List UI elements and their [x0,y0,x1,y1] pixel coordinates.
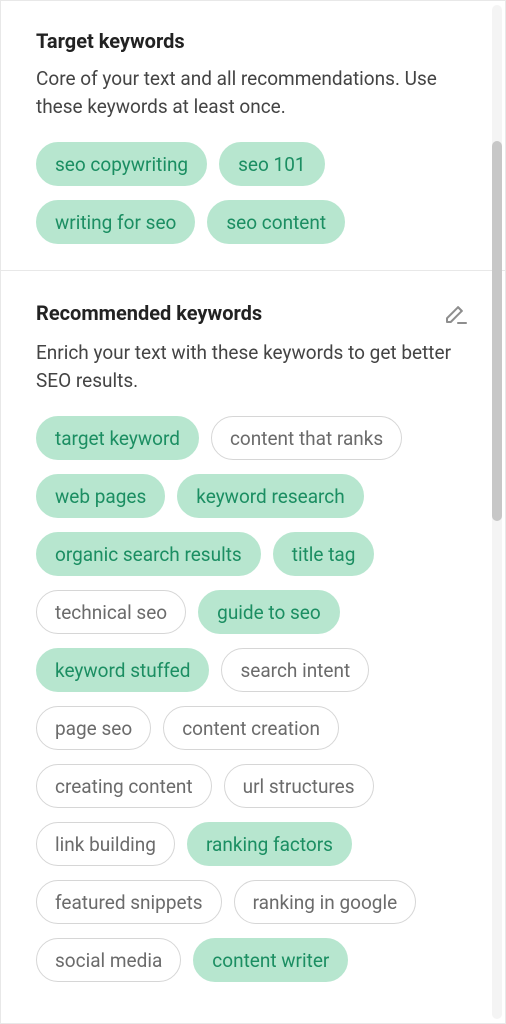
recommended-keyword-pill[interactable]: organic search results [36,532,261,576]
recommended-keyword-pill[interactable]: guide to seo [198,590,340,634]
recommended-keyword-pill[interactable]: web pages [36,474,165,518]
recommended-keyword-pill[interactable]: social media [36,938,181,982]
pencil-icon[interactable] [442,299,470,327]
recommended-keywords-section: Recommended keywords Enrich your text wi… [1,270,505,1008]
recommended-keyword-pill[interactable]: title tag [273,532,375,576]
recommended-header: Recommended keywords [36,299,470,327]
recommended-keyword-pill[interactable]: content writer [193,938,348,982]
recommended-keyword-pill[interactable]: url structures [224,764,374,808]
target-keyword-pill[interactable]: writing for seo [36,200,195,244]
recommended-keyword-pill[interactable]: ranking factors [187,822,352,866]
target-title: Target keywords [36,29,185,53]
target-keyword-list: seo copywriting seo 101 writing for seo seo… [36,142,470,244]
recommended-keyword-pill[interactable]: target keyword [36,416,199,460]
scrollbar-thumb[interactable] [492,141,502,521]
recommended-description: Enrich your text with these keywords to … [36,339,470,394]
recommended-keyword-pill[interactable]: ranking in google [234,880,417,924]
recommended-keyword-pill[interactable]: content that ranks [211,416,402,460]
target-keyword-pill[interactable]: seo content [207,200,345,244]
panel: Target keywords Core of your text and al… [0,0,506,1024]
recommended-keyword-pill[interactable]: keyword stuffed [36,648,209,692]
recommended-keyword-pill[interactable]: keyword research [177,474,363,518]
target-header: Target keywords [36,29,470,53]
recommended-keyword-pill[interactable]: technical seo [36,590,186,634]
recommended-keyword-pill[interactable]: content creation [163,706,339,750]
target-description: Core of your text and all recommendation… [36,65,470,120]
recommended-keyword-pill[interactable]: featured snippets [36,880,222,924]
recommended-title: Recommended keywords [36,301,262,325]
recommended-keyword-pill[interactable]: creating content [36,764,212,808]
target-keywords-section: Target keywords Core of your text and al… [1,1,505,270]
target-keyword-pill[interactable]: seo copywriting [36,142,207,186]
target-keyword-pill[interactable]: seo 101 [219,142,324,186]
recommended-keyword-list: target keyword content that ranks web page… [36,416,470,982]
recommended-keyword-pill[interactable]: page seo [36,706,151,750]
recommended-keyword-pill[interactable]: link building [36,822,175,866]
recommended-keyword-pill[interactable]: search intent [221,648,369,692]
